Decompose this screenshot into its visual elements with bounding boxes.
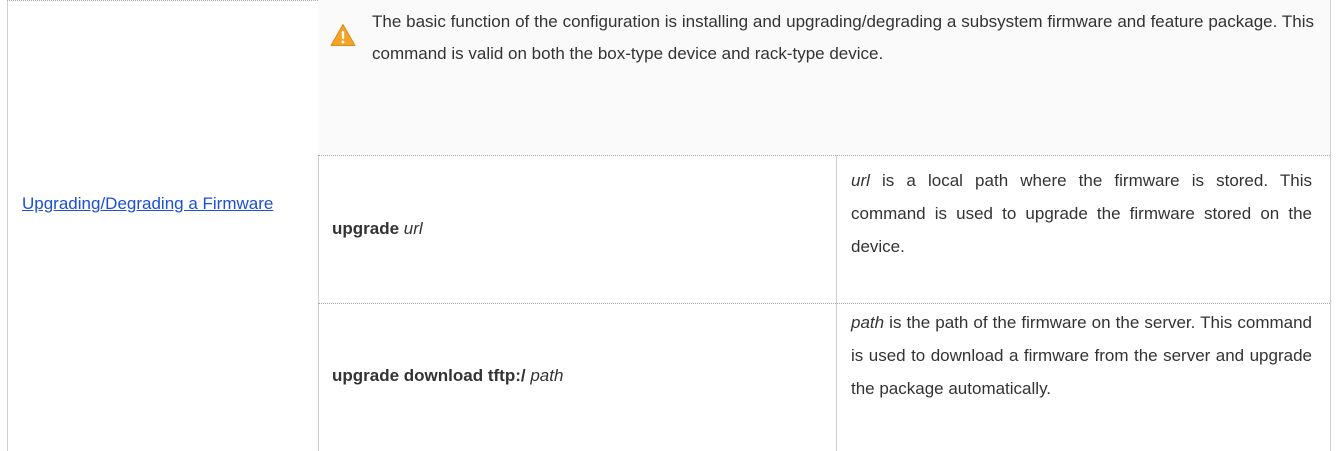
command-keyword: upgrade: [332, 219, 400, 238]
table-right-border: [1330, 0, 1331, 451]
feature-link[interactable]: Upgrading/Degrading a Firmware: [22, 188, 304, 220]
description-parameter: path: [851, 313, 885, 332]
row-divider: [318, 303, 1330, 304]
command-parameter: path: [530, 366, 564, 385]
command-parameter: url: [403, 219, 423, 238]
warning-icon: [330, 24, 356, 46]
description-text: is the path of the firmware on the serve…: [851, 313, 1312, 398]
description-text: is a local path where the firmware is st…: [851, 171, 1312, 256]
command-description: url is a local path where the firmware i…: [851, 164, 1312, 263]
table-left-border: [7, 0, 8, 451]
description-parameter: url: [851, 171, 870, 190]
command-keyword: upgrade download tftp:/: [332, 366, 526, 385]
note-text: The basic function of the configuration …: [372, 12, 1314, 63]
command-syntax: upgrade download tftp:/ path: [332, 364, 563, 388]
row-divider: [318, 155, 1330, 156]
command-syntax: upgrade url: [332, 217, 423, 241]
command-description: path is the path of the firmware on the …: [851, 306, 1312, 405]
